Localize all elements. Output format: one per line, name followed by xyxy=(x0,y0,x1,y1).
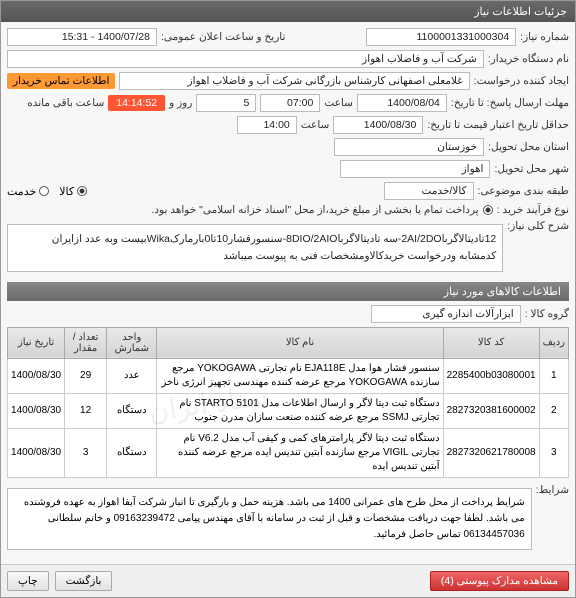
cell-date: 1400/08/30 xyxy=(8,393,65,428)
table-row: 2 2827320381600002 دستگاه ثبت دیتا لاگر … xyxy=(8,393,569,428)
buy-note: پرداخت تمام یا بخشی از مبلغ خرید،از محل … xyxy=(151,204,478,216)
radio-goods[interactable]: کالا xyxy=(59,185,87,198)
radio-dot-on-icon xyxy=(77,186,87,196)
radio-dot-off-icon xyxy=(39,186,49,196)
cell-n: 3 xyxy=(539,428,568,477)
radio-dot-on-icon xyxy=(483,205,493,215)
province-label: استان محل تحویل: xyxy=(488,141,569,153)
announce-value: 1400/07/28 - 15:31 xyxy=(7,28,157,46)
cell-date: 1400/08/30 xyxy=(8,428,65,477)
cell-qty: 29 xyxy=(65,358,107,393)
creator-label: ایجاد کننده درخواست: xyxy=(474,75,569,87)
cell-qty: 3 xyxy=(65,428,107,477)
announce-label: تاریخ و ساعت اعلان عمومی: xyxy=(161,31,285,43)
cell-unit: دستگاه xyxy=(107,393,157,428)
th-qty: تعداد / مقدار xyxy=(65,327,107,358)
th-date: تاریخ نیاز xyxy=(8,327,65,358)
deadline-date: 1400/08/04 xyxy=(357,94,447,112)
cell-date: 1400/08/30 xyxy=(8,358,65,393)
category-radio-group: کالا خدمت xyxy=(7,185,87,198)
deadline-label: مهلت ارسال پاسخ: تا تاریخ: xyxy=(451,97,569,109)
category-label: طبقه بندی موضوعی: xyxy=(478,185,569,197)
th-name: نام کالا xyxy=(157,327,443,358)
cell-name: دستگاه ثبت دیتا لاگر پارامترهای کمی و کی… xyxy=(157,428,443,477)
window-title: جزئیات اطلاعات نیاز xyxy=(1,1,575,22)
cell-code: 2827320381600002 xyxy=(443,393,539,428)
time-label-1: ساعت xyxy=(324,97,353,109)
print-button[interactable]: چاپ xyxy=(7,571,49,591)
group-value: ابزارآلات اندازه گیری xyxy=(371,305,521,323)
org-label: نام دستگاه خریدار: xyxy=(488,53,569,65)
creator-value: غلامعلی اصفهانی کارشناس بازرگانی شرکت آب… xyxy=(119,72,469,90)
radio-goods-label: کالا xyxy=(59,185,74,198)
need-no-value: 1100001331000304 xyxy=(366,28,516,46)
radio-service[interactable]: خدمت xyxy=(7,185,49,198)
th-code: کد کالا xyxy=(443,327,539,358)
deadline-time: 07:00 xyxy=(260,94,320,112)
buy-type-radio[interactable] xyxy=(483,205,493,215)
days-value: 5 xyxy=(196,94,256,112)
remain-label: ساعت باقی مانده xyxy=(27,97,104,109)
cell-n: 1 xyxy=(539,358,568,393)
time-label-2: ساعت xyxy=(301,119,330,131)
th-unit: واحد شمارش xyxy=(107,327,157,358)
goods-section-header: اطلاعات کالاهای مورد نیاز xyxy=(7,282,569,301)
table-row: 3 2827320621780008 دستگاه ثبت دیتا لاگر … xyxy=(8,428,569,477)
conditions-label: شرایط: xyxy=(536,484,569,496)
conditions-value: شرایط پرداخت از محل طرح های عمرانی 1400 … xyxy=(7,488,532,550)
city-value: اهواز xyxy=(340,160,490,178)
cell-name: دستگاه ثبت دیتا لاگر و ارسال اطلاعات مدل… xyxy=(157,393,443,428)
cell-code: 2285400b03080001 xyxy=(443,358,539,393)
cell-unit: عدد xyxy=(107,358,157,393)
cell-unit: دستگاه xyxy=(107,428,157,477)
cell-name: سنسور فشار هوا مدل EJA118E نام تجارتی YO… xyxy=(157,358,443,393)
category-value: کالا/خدمت xyxy=(384,182,474,200)
cell-code: 2827320621780008 xyxy=(443,428,539,477)
goods-table: ردیف کد کالا نام کالا واحد شمارش تعداد /… xyxy=(7,327,569,478)
days-label: روز و xyxy=(169,97,192,109)
min-time: 14:00 xyxy=(237,116,297,134)
min-deadline-label: حداقل تاریخ اعتبار قیمت تا تاریخ: xyxy=(427,119,569,131)
desc-label: شرح کلی نیاز: xyxy=(507,220,569,232)
cell-n: 2 xyxy=(539,393,568,428)
desc-value: 12تادیتالاگربا2AI/2DO-سه تادیتالاگربا8DI… xyxy=(7,224,503,272)
buy-type-label: نوع فرآیند خرید : xyxy=(497,204,569,216)
city-label: شهر محل تحویل: xyxy=(494,163,569,175)
province-value: خوزستان xyxy=(334,138,484,156)
min-date: 1400/08/30 xyxy=(333,116,423,134)
th-row: ردیف xyxy=(539,327,568,358)
org-value: شرکت آب و فاضلاب اهواز xyxy=(7,50,484,68)
countdown-timer: 14:14:52 xyxy=(108,95,165,111)
radio-service-label: خدمت xyxy=(7,185,36,198)
back-button[interactable]: بازگشت xyxy=(55,571,113,591)
table-row: 1 2285400b03080001 سنسور فشار هوا مدل EJ… xyxy=(8,358,569,393)
cell-qty: 12 xyxy=(65,393,107,428)
group-label: گروه کالا : xyxy=(525,308,569,320)
contact-badge[interactable]: اطلاعات تماس خریدار xyxy=(7,73,115,89)
need-no-label: شماره نیاز: xyxy=(520,31,569,43)
attachments-button[interactable]: مشاهده مدارک پیوستی (4) xyxy=(430,571,569,591)
